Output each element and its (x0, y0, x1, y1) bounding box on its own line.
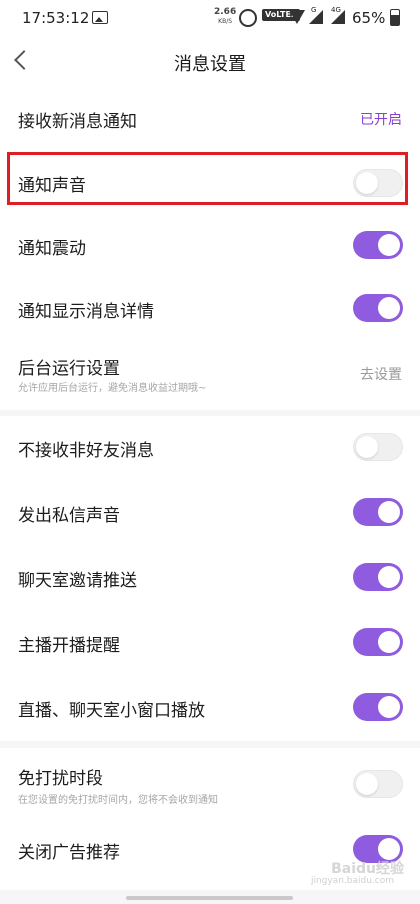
row-subtitle: 在您设置的免打扰时间内，您将不会收到通知 (18, 795, 218, 806)
row-label: 通知显示消息详情 (18, 302, 154, 322)
status-bar: 17:53:12 2.66 KB/S VoLTE2 G 4G 65% (0, 0, 420, 36)
settings-group-messages: 不接收非好友消息 发出私信声音 聊天室邀请推送 主播开播提醒 直播、聊天室小窗口… (0, 416, 420, 741)
row-label: 接收新消息通知 (18, 112, 137, 132)
battery-icon (390, 9, 400, 26)
row-mini-window: 直播、聊天室小窗口播放 (0, 676, 420, 740)
row-streamer-live-reminder: 主播开播提醒 (0, 611, 420, 675)
streamer-live-toggle[interactable] (353, 628, 403, 656)
row-label: 免打扰时段 (18, 769, 103, 789)
signal-type-4g: 4G (331, 6, 341, 14)
watermark-url: jingyan.baidu.com (310, 876, 394, 886)
row-label: 直播、聊天室小窗口播放 (18, 701, 205, 721)
image-notification-icon (92, 11, 108, 24)
row-background-run[interactable]: 后台运行设置 允许应用后台运行，避免消息收益过期哦~ 去设置 (0, 344, 420, 410)
dm-sound-toggle[interactable] (353, 498, 403, 526)
go-settings-link[interactable]: 去设置 (360, 364, 402, 384)
row-notification-vibrate: 通知震动 (0, 216, 420, 280)
row-label: 关闭广告推荐 (18, 843, 120, 863)
network-speed: 2.66 KB/S (214, 7, 237, 26)
mini-window-toggle[interactable] (353, 693, 403, 721)
row-chatroom-invite: 聊天室邀请推送 (0, 546, 420, 610)
row-label: 主播开播提醒 (18, 636, 120, 656)
nav-bar: 消息设置 (0, 36, 420, 88)
battery-percent: 65% (352, 9, 386, 27)
row-label: 后台运行设置 (18, 359, 120, 379)
receive-notification-status[interactable]: 已开启 (360, 109, 402, 129)
chatroom-invite-toggle[interactable] (353, 563, 403, 591)
row-subtitle: 允许应用后台运行，避免消息收益过期哦~ (18, 383, 207, 394)
settings-group-notifications: 接收新消息通知 已开启 通知声音 通知震动 通知显示消息详情 后台运行设置 允许… (0, 88, 420, 410)
row-receive-notifications[interactable]: 接收新消息通知 已开启 (0, 88, 420, 152)
row-label: 不接收非好友消息 (18, 441, 154, 461)
wifi-icon (289, 10, 305, 24)
row-label: 通知震动 (18, 239, 86, 259)
alarm-icon (239, 9, 257, 27)
block-strangers-toggle[interactable] (353, 433, 403, 461)
row-block-strangers: 不接收非好友消息 (0, 416, 420, 480)
row-notification-details: 通知显示消息详情 (0, 280, 420, 344)
row-do-not-disturb: 免打扰时段 在您设置的免打扰时间内，您将不会收到通知 (0, 748, 420, 818)
notification-vibrate-toggle[interactable] (353, 231, 403, 259)
do-not-disturb-toggle[interactable] (353, 770, 403, 798)
row-label: 发出私信声音 (18, 506, 120, 526)
notification-details-toggle[interactable] (353, 294, 403, 322)
watermark-logo: Baidu经验 (331, 861, 404, 877)
signal-type-g: G (311, 6, 317, 14)
home-indicator[interactable] (126, 896, 293, 900)
status-time: 17:53:12 (22, 9, 90, 27)
page-title: 消息设置 (174, 54, 246, 75)
highlight-annotation (7, 152, 408, 205)
row-dm-sound: 发出私信声音 (0, 481, 420, 545)
row-label: 聊天室邀请推送 (18, 571, 137, 591)
